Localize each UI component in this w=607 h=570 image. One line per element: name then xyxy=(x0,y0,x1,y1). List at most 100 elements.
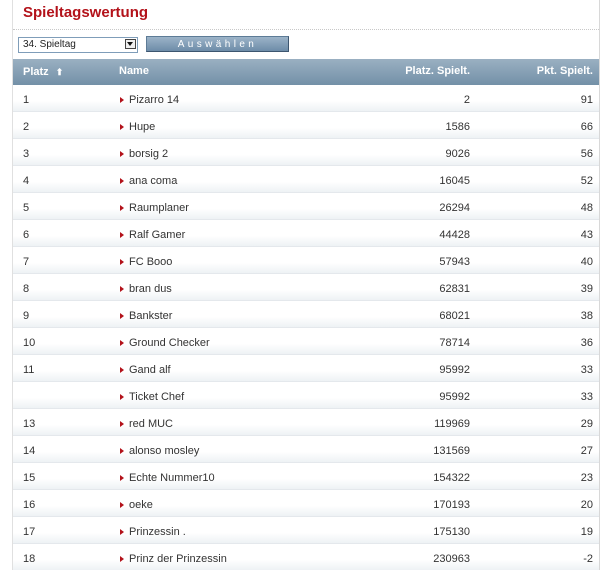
table-row: 9 Bankster 68021 38 xyxy=(13,301,599,328)
cell-platz: 15 xyxy=(23,472,36,484)
arrow-right-icon xyxy=(120,232,124,238)
column-header-platz-label: Platz xyxy=(23,66,49,78)
cell-platz-spielt: 16045 xyxy=(439,175,470,187)
cell-platz: 3 xyxy=(23,148,30,160)
table-row: 13 red MUC 119969 29 xyxy=(13,409,599,436)
cell-platz: 8 xyxy=(23,283,30,295)
player-name-link[interactable]: Echte Nummer10 xyxy=(129,472,215,484)
player-name-link[interactable]: red MUC xyxy=(129,418,173,430)
player-name-link[interactable]: alonso mosley xyxy=(129,445,199,457)
cell-platz: 9 xyxy=(23,310,30,322)
table-header: Platz ⬆ Name Platz. Spielt. Pkt. Spielt. xyxy=(13,59,599,85)
arrow-right-icon xyxy=(120,502,124,508)
cell-platz: 16 xyxy=(23,499,36,511)
cell-platz: 4 xyxy=(23,175,30,187)
cell-platz-spielt: 68021 xyxy=(439,310,470,322)
cell-platz: 11 xyxy=(23,364,35,376)
table-row: 16 oeke 170193 20 xyxy=(13,490,599,517)
table-row: 15 Echte Nummer10 154322 23 xyxy=(13,463,599,490)
cell-pkt-spielt: 20 xyxy=(580,499,593,511)
arrow-right-icon xyxy=(120,259,124,265)
table-row: 3 borsig 2 9026 56 xyxy=(13,139,599,166)
cell-pkt-spielt: 66 xyxy=(580,121,593,133)
auswaehlen-button[interactable]: Auswählen xyxy=(146,36,289,52)
arrow-right-icon xyxy=(120,178,124,184)
cell-pkt-spielt: 43 xyxy=(580,229,593,241)
arrow-right-icon xyxy=(120,313,124,319)
player-name-link[interactable]: Prinz der Prinzessin xyxy=(129,553,227,565)
arrow-right-icon xyxy=(120,394,124,400)
arrow-right-icon xyxy=(120,124,124,130)
player-name-link[interactable]: Ticket Chef xyxy=(129,391,184,403)
cell-pkt-spielt: 33 xyxy=(580,364,593,376)
table-row: 17 Prinzessin . 175130 19 xyxy=(13,517,599,544)
cell-platz-spielt: 2 xyxy=(463,94,470,106)
arrow-right-icon xyxy=(120,205,124,211)
player-name-link[interactable]: Gand alf xyxy=(129,364,171,376)
cell-pkt-spielt: 38 xyxy=(580,310,593,322)
cell-pkt-spielt: -2 xyxy=(583,553,593,565)
chevron-down-icon[interactable] xyxy=(125,39,136,49)
cell-pkt-spielt: 40 xyxy=(580,256,593,268)
cell-pkt-spielt: 48 xyxy=(580,202,593,214)
column-header-pkt-spielt: Pkt. Spielt. xyxy=(536,65,593,77)
arrow-right-icon xyxy=(120,286,124,292)
spieltag-select[interactable]: 34. Spieltag xyxy=(18,37,138,53)
arrow-right-icon xyxy=(120,421,124,427)
player-name-link[interactable]: Ralf Gamer xyxy=(129,229,185,241)
cell-platz: 18 xyxy=(23,553,36,565)
cell-platz-spielt: 9026 xyxy=(445,148,470,160)
cell-platz: 7 xyxy=(23,256,30,268)
cell-pkt-spielt: 52 xyxy=(580,175,593,187)
cell-platz-spielt: 1586 xyxy=(445,121,470,133)
player-name-link[interactable]: Prinzessin . xyxy=(129,526,186,538)
player-name-link[interactable]: Ground Checker xyxy=(129,337,210,349)
cell-pkt-spielt: 91 xyxy=(580,94,593,106)
player-name-link[interactable]: Hupe xyxy=(129,121,155,133)
column-header-platz-spielt: Platz. Spielt. xyxy=(405,65,470,77)
cell-platz-spielt: 175130 xyxy=(433,526,470,538)
sort-ascending-icon[interactable]: ⬆ xyxy=(56,67,64,77)
cell-pkt-spielt: 33 xyxy=(580,391,593,403)
player-name-link[interactable]: FC Booo xyxy=(129,256,172,268)
arrow-right-icon xyxy=(120,340,124,346)
player-name-link[interactable]: ana coma xyxy=(129,175,177,187)
arrow-right-icon xyxy=(120,151,124,157)
cell-platz: 6 xyxy=(23,229,30,241)
player-name-link[interactable]: oeke xyxy=(129,499,153,511)
cell-pkt-spielt: 56 xyxy=(580,148,593,160)
table-row: 18 Prinz der Prinzessin 230963 -2 xyxy=(13,544,599,570)
cell-platz-spielt: 131569 xyxy=(433,445,470,457)
cell-platz: 14 xyxy=(23,445,36,457)
table-row: 14 alonso mosley 131569 27 xyxy=(13,436,599,463)
cell-platz: 2 xyxy=(23,121,30,133)
player-name-link[interactable]: bran dus xyxy=(129,283,172,295)
player-name-link[interactable]: Pizarro 14 xyxy=(129,94,179,106)
title-divider xyxy=(13,29,599,30)
table-row: 1 Pizarro 14 2 91 xyxy=(13,85,599,112)
player-name-link[interactable]: borsig 2 xyxy=(129,148,168,160)
cell-platz: 13 xyxy=(23,418,36,430)
player-name-link[interactable]: Raumplaner xyxy=(129,202,189,214)
cell-pkt-spielt: 39 xyxy=(580,283,593,295)
cell-pkt-spielt: 36 xyxy=(580,337,593,349)
table-row: 4 ana coma 16045 52 xyxy=(13,166,599,193)
cell-platz-spielt: 44428 xyxy=(439,229,470,241)
arrow-right-icon xyxy=(120,529,124,535)
player-name-link[interactable]: Bankster xyxy=(129,310,172,322)
cell-platz-spielt: 57943 xyxy=(439,256,470,268)
arrow-right-icon xyxy=(120,556,124,562)
cell-platz: 10 xyxy=(23,337,36,349)
table-row: 6 Ralf Gamer 44428 43 xyxy=(13,220,599,247)
cell-platz-spielt: 170193 xyxy=(433,499,470,511)
table-row: 2 Hupe 1586 66 xyxy=(13,112,599,139)
cell-platz-spielt: 26294 xyxy=(439,202,470,214)
table-row: 8 bran dus 62831 39 xyxy=(13,274,599,301)
ranking-table-body: 1 Pizarro 14 2 91 2 Hupe 1586 66 3 borsig 2 9026 56… xyxy=(13,85,599,570)
table-row: 7 FC Booo 57943 40 xyxy=(13,247,599,274)
table-row: Ticket Chef 95992 33 xyxy=(13,382,599,409)
column-header-platz[interactable]: Platz ⬆ xyxy=(23,66,63,78)
page-title: Spieltagswertung xyxy=(23,4,149,21)
cell-pkt-spielt: 27 xyxy=(580,445,593,457)
arrow-right-icon xyxy=(120,475,124,481)
